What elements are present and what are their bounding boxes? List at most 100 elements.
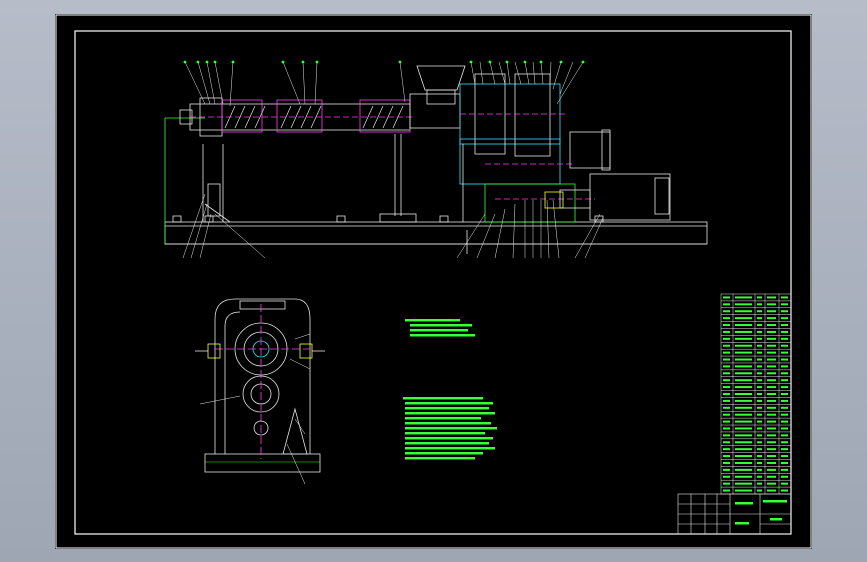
hopper <box>416 65 466 91</box>
parts-list-cell-text <box>781 337 788 340</box>
parts-list-cell-text <box>735 489 752 492</box>
parts-list-cell-text <box>723 413 730 416</box>
parts-list-cell-text <box>757 324 762 327</box>
parts-list-cell-text <box>735 379 752 382</box>
parts-list-cell-text <box>757 406 762 409</box>
parts-list-cell-text <box>723 406 730 409</box>
parts-list-cell-text <box>735 386 752 389</box>
parts-list-cell-text <box>781 372 788 375</box>
parts-list-cell-text <box>757 475 762 478</box>
parts-list-cell-text <box>735 393 752 395</box>
parts-list-cell-text <box>767 296 776 299</box>
parts-list-cell-text <box>723 461 730 464</box>
parts-list-cell-text <box>757 434 762 437</box>
parts-list-cell-text <box>757 379 762 382</box>
parts-list-cell-text <box>757 482 762 485</box>
parts-list-cell-text <box>781 365 788 368</box>
parts-list-cell-text <box>735 399 752 402</box>
parts-list-cell-text <box>781 324 788 327</box>
parts-list-cell-text <box>757 468 762 471</box>
parts-list-cell-text <box>757 393 762 395</box>
parts-list-cell-text <box>757 420 762 423</box>
parts-list-cell-text <box>735 434 752 437</box>
parts-list-cell-text <box>735 337 752 340</box>
parts-list-cell-text <box>757 296 762 299</box>
parts-list-cell-text <box>723 351 730 354</box>
parts-list-cell-text <box>781 296 788 299</box>
parts-list-cell-text <box>757 365 762 368</box>
parts-list-cell-text <box>781 330 788 333</box>
parts-list-cell-text <box>723 455 730 458</box>
parts-list-cell-text <box>781 310 788 313</box>
extruder-elevation-view <box>164 65 708 254</box>
upper-motor <box>569 131 611 169</box>
parts-list-cell-text <box>757 372 762 375</box>
parts-list-cell-text <box>723 475 730 478</box>
parts-list-cell-text <box>757 337 762 340</box>
base-plate <box>164 221 708 245</box>
parts-list-cell-text <box>735 317 752 320</box>
gearbox-end-view <box>195 298 325 485</box>
parts-list-cell-text <box>757 351 762 354</box>
parts-list-cell-text <box>723 358 730 361</box>
parts-list-cell-text <box>767 434 776 437</box>
parts-list-cell-text <box>767 441 776 444</box>
parts-list-cell-text <box>767 303 776 306</box>
parts-list-cell-text <box>723 330 730 333</box>
parts-list-table <box>720 293 792 495</box>
parts-list-cell-text <box>767 489 776 492</box>
parts-list-cell-text <box>735 475 752 478</box>
parts-list-cell-text <box>767 372 776 375</box>
parts-list-cell-text <box>723 310 730 313</box>
parts-list-cell-text <box>723 434 730 437</box>
parts-list-cell-text <box>735 365 752 368</box>
parts-list-cell-text <box>723 296 730 299</box>
parts-list-cell-text <box>723 427 730 430</box>
parts-list-cell-text <box>757 399 762 402</box>
parts-list-cell-text <box>767 330 776 333</box>
parts-list-cell-text <box>757 441 762 444</box>
parts-list-cell-text <box>757 386 762 389</box>
parts-list-cell-text <box>757 317 762 320</box>
notes-block-2 <box>403 397 497 460</box>
parts-list-cell-text <box>757 330 762 333</box>
parts-list-cell-text <box>781 489 788 492</box>
parts-list-cell-text <box>757 427 762 430</box>
parts-list-cell-text <box>781 358 788 361</box>
parts-list-cell-text <box>723 441 730 444</box>
parts-list-cell-text <box>723 393 730 395</box>
parts-list-cell-text <box>723 489 730 492</box>
parts-list-cell-text <box>735 413 752 416</box>
parts-list-cell-text <box>735 358 752 361</box>
main-motor <box>589 173 671 221</box>
parts-list-cell-text <box>735 461 752 464</box>
parts-list-cell-text <box>735 482 752 485</box>
parts-list-cell-text <box>767 393 776 395</box>
parts-list-cell-text <box>767 351 776 354</box>
parts-list-cell-text <box>735 310 752 313</box>
parts-list-cell-text <box>735 351 752 354</box>
parts-list-cell-text <box>781 434 788 437</box>
parts-list-cell-text <box>735 420 752 423</box>
parts-list-cell-text <box>723 468 730 471</box>
parts-list-cell-text <box>723 303 730 306</box>
parts-list-cell-text <box>757 303 762 306</box>
parts-list-cell-text <box>781 482 788 485</box>
parts-list-cell-text <box>767 475 776 478</box>
parts-list-cell-text <box>757 358 762 361</box>
parts-list-cell-text <box>723 386 730 389</box>
parts-list-cell-text <box>723 482 730 485</box>
parts-list-cell-text <box>781 344 788 347</box>
parts-list-cell-text <box>735 324 752 327</box>
parts-list-cell-text <box>781 406 788 409</box>
drawing-sheet <box>55 14 812 549</box>
cad-viewport[interactable] <box>0 0 867 562</box>
title-block <box>677 493 792 535</box>
parts-list-cell-text <box>781 448 788 451</box>
parts-list-cell-text <box>757 489 762 492</box>
parts-list-cell-text <box>723 399 730 402</box>
parts-list-cell-text <box>767 427 776 430</box>
parts-list-cell-text <box>735 455 752 458</box>
parts-list-cell-text <box>757 455 762 458</box>
parts-list-cell-text <box>767 461 776 464</box>
